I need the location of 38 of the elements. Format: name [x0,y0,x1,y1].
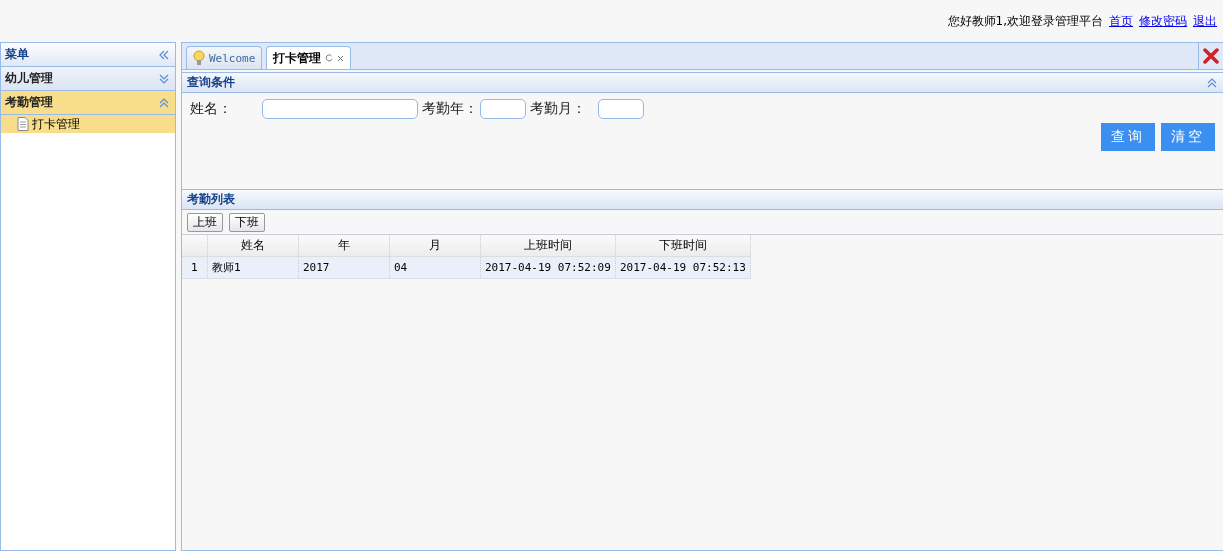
collapse-icon[interactable] [159,49,169,60]
input-field[interactable] [598,99,644,119]
column-header[interactable]: 上班时间 [480,235,616,257]
close-icon[interactable] [337,54,345,62]
panel-title: 查询条件 [187,74,235,91]
header-link[interactable]: 退出 [1193,12,1217,30]
sidebar-section[interactable]: 考勤管理 [1,91,175,115]
collapse-icon[interactable] [1207,77,1217,88]
input-field[interactable] [262,99,418,119]
field-label: 考勤月： [530,100,586,118]
table-row[interactable]: 1 教师1 2017 04 2017-04-19 07:52:09 2017-04-19 07:52:13 [182,256,751,279]
expand-icon[interactable] [159,73,169,84]
column-header[interactable]: 月 [389,235,481,257]
column-header[interactable]: 下班时间 [615,235,751,257]
close-icon[interactable] [1203,48,1219,64]
field-label: 考勤年： [422,100,478,118]
panel-title: 考勤列表 [187,191,235,208]
section-label: 幼儿管理 [5,70,53,87]
row-number: 1 [182,256,208,279]
menu-title: 菜单 [5,46,29,63]
column-header[interactable]: 年 [298,235,390,257]
sidebar-section[interactable]: 幼儿管理 [1,67,175,91]
toolbar-button[interactable]: 上班 [187,212,223,232]
header-link[interactable]: 首页 [1109,12,1133,30]
column-header[interactable]: 姓名 [207,235,299,257]
input-field[interactable] [480,99,526,119]
tab[interactable]: Welcome [186,46,263,69]
greeting-text: 您好教师1,欢迎登录管理平台 [947,12,1103,30]
toolbar-button[interactable]: 下班 [229,212,265,232]
section-label: 考勤管理 [5,94,53,111]
sidebar-item[interactable]: 打卡管理 [1,115,175,133]
field-label: 姓名： [190,100,232,118]
refresh-icon[interactable] [325,54,334,62]
collapse-icon[interactable] [159,97,169,108]
lightbulb-icon [193,50,205,66]
header-link[interactable]: 修改密码 [1139,12,1187,30]
document-icon [17,117,29,131]
tab[interactable]: 打卡管理 [266,46,352,69]
